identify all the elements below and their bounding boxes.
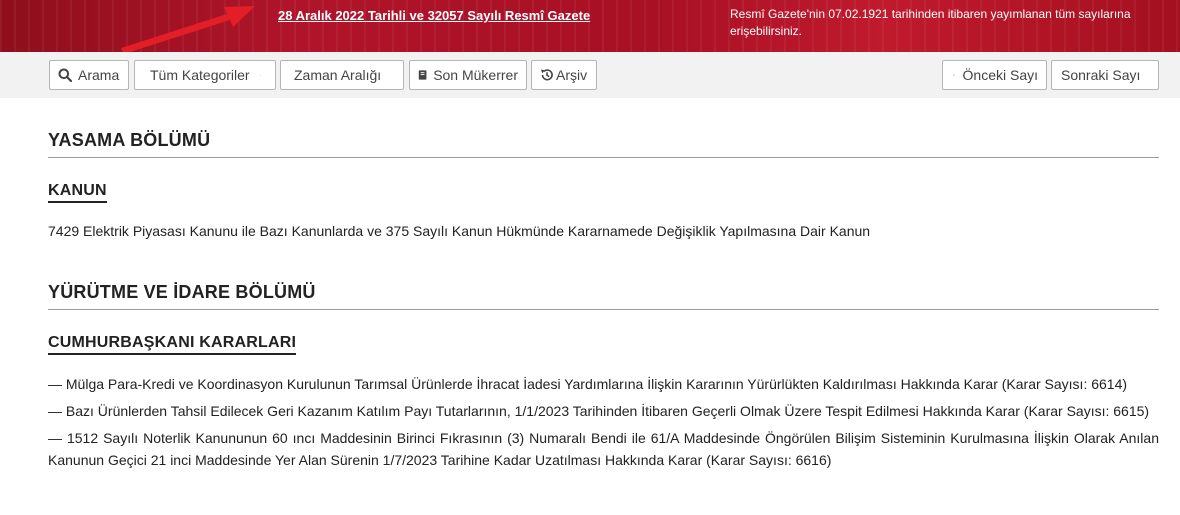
subsection-title[interactable]: CUMHURBAŞKANI KARARLARI xyxy=(48,334,297,355)
next-issue-button[interactable]: Sonraki Sayı xyxy=(1051,60,1159,90)
previous-issue-label: Önceki Sayı xyxy=(962,67,1038,83)
chevron-left-icon xyxy=(953,73,955,77)
last-repeat-button-label: Son Mükerrer xyxy=(433,67,518,83)
toolbar: Arama Tüm Kategoriler Zaman Aralığı Son … xyxy=(0,52,1180,98)
section-title: YASAMA BÖLÜMÜ xyxy=(48,130,1159,158)
history-icon xyxy=(541,69,553,81)
time-range-select-value: Zaman Aralığı xyxy=(294,67,382,83)
category-select-value: Tüm Kategoriler xyxy=(150,67,250,83)
list-item[interactable]: — Mülga Para-Kredi ve Koordinasyon Kurul… xyxy=(48,373,1159,395)
next-issue-label: Sonraki Sayı xyxy=(1061,67,1141,83)
archive-button[interactable]: Arşiv xyxy=(531,60,597,90)
search-button-label: Arama xyxy=(78,67,120,83)
list-item[interactable]: — 1512 Sayılı Noterlik Kanununun 60 ıncı… xyxy=(48,427,1159,471)
search-icon xyxy=(58,68,72,82)
section-title: YÜRÜTME VE İDARE BÖLÜMÜ xyxy=(48,282,1159,310)
chevron-down-icon xyxy=(259,74,261,76)
list-item[interactable]: — Bazı Ürünlerden Tahsil Edilecek Geri K… xyxy=(48,400,1159,422)
archive-button-label: Arşiv xyxy=(556,67,588,83)
last-repeat-button[interactable]: Son Mükerrer xyxy=(409,60,527,90)
search-button[interactable]: Arama xyxy=(49,60,129,90)
header-banner: 28 Aralık 2022 Tarihli ve 32057 Sayılı R… xyxy=(0,0,1180,52)
list-item[interactable]: 7429 Elektrik Piyasası Kanunu ile Bazı K… xyxy=(48,220,1159,242)
previous-issue-button[interactable]: Önceki Sayı xyxy=(942,60,1047,90)
archive-info-note: Resmî Gazete'nin 07.02.1921 tarihinden i… xyxy=(730,7,1131,38)
gazette-title-link[interactable]: 28 Aralık 2022 Tarihli ve 32057 Sayılı R… xyxy=(278,8,590,23)
red-arrow-annotation xyxy=(121,6,255,52)
time-range-select[interactable]: Zaman Aralığı xyxy=(280,60,404,90)
category-select[interactable]: Tüm Kategoriler xyxy=(134,60,276,90)
gazette-contents: YASAMA BÖLÜMÜ KANUN 7429 Elektrik Piyasa… xyxy=(48,98,1159,471)
subsection-title[interactable]: KANUN xyxy=(48,182,107,203)
book-icon xyxy=(418,70,427,80)
